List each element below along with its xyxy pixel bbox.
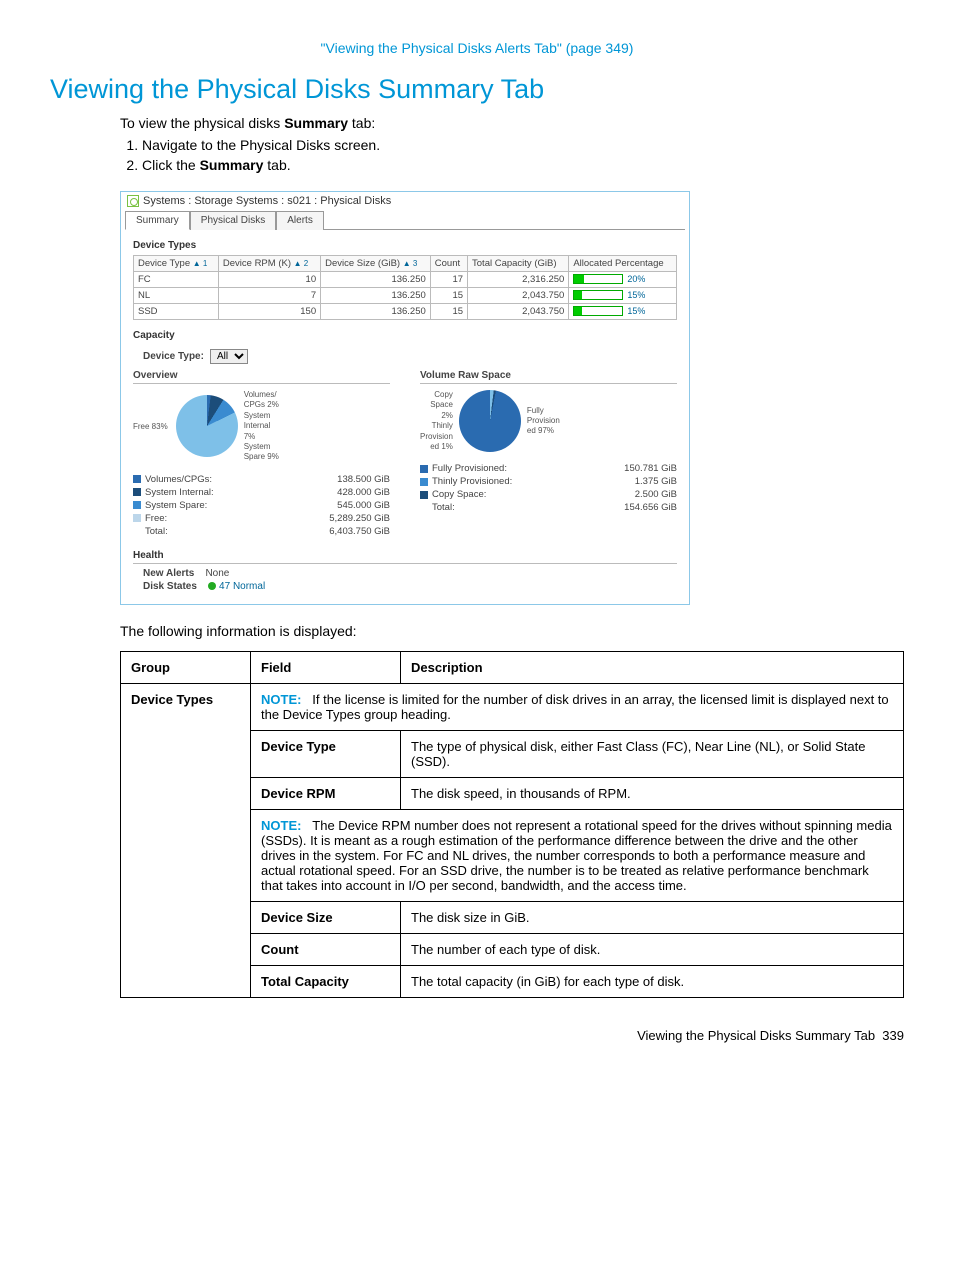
vrs-pie-labels-left: Copy Space 2% Thinly Provision ed 1% (420, 390, 453, 452)
desc-device-rpm: The disk speed, in thousands of RPM. (401, 777, 904, 809)
disk-states-label: Disk States (143, 581, 197, 592)
col-total-capacity[interactable]: Total Capacity (GiB) (468, 256, 569, 272)
step-1: Navigate to the Physical Disks screen. (142, 137, 904, 153)
sort-icon: ▲ 3 (403, 259, 418, 268)
intro-text: To view the physical disks Summary tab: (120, 115, 904, 131)
page-footer: Viewing the Physical Disks Summary Tab 3… (50, 1028, 904, 1043)
legend-row: Total:6,403.750 GiB (133, 525, 390, 538)
col-count[interactable]: Count (430, 256, 467, 272)
legend-row: Total:154.656 GiB (420, 501, 677, 514)
step-list: Navigate to the Physical Disks screen. C… (120, 137, 904, 173)
volume-raw-pie-chart (459, 390, 521, 452)
legend-row: Thinly Provisioned:1.375 GiB (420, 475, 677, 488)
legend-row: Volumes/CPGs:138.500 GiB (133, 473, 390, 486)
device-type-filter-label: Device Type: (143, 351, 204, 362)
legend-row: System Spare:545.000 GiB (133, 499, 390, 512)
breadcrumb-text: Systems : Storage Systems : s021 : Physi… (143, 195, 391, 207)
legend-row: Fully Provisioned:150.781 GiB (420, 462, 677, 475)
footer-text: Viewing the Physical Disks Summary Tab (637, 1028, 875, 1043)
status-dot-icon (208, 582, 216, 590)
tab-physical-disks[interactable]: Physical Disks (190, 211, 276, 230)
field-count: Count (251, 933, 401, 965)
desc-total-capacity: The total capacity (in GiB) for each typ… (401, 965, 904, 997)
overview-pie-labels: Volumes/ CPGs 2% System Internal 7% Syst… (244, 390, 279, 463)
th-group: Group (121, 651, 251, 683)
overview-pie-chart (176, 395, 238, 457)
step2-post: tab. (263, 157, 290, 173)
table-row[interactable]: FC10136.250172,316.25020% (134, 272, 677, 288)
tab-summary[interactable]: Summary (125, 211, 190, 230)
legend-row: System Internal:428.000 GiB (133, 486, 390, 499)
field-device-type: Device Type (251, 730, 401, 777)
overview-legend: Volumes/CPGs:138.500 GiBSystem Internal:… (133, 473, 390, 538)
volume-raw-heading: Volume Raw Space (420, 370, 677, 384)
vrs-pie-labels-right: Fully Provision ed 97% (527, 406, 560, 437)
sort-icon: ▲ 2 (294, 259, 309, 268)
desc-count: The number of each type of disk. (401, 933, 904, 965)
step2-bold: Summary (200, 157, 264, 173)
device-types-table: Device Type ▲ 1 Device RPM (K) ▲ 2 Devic… (133, 255, 677, 320)
system-icon (127, 195, 139, 207)
desc-device-type: The type of physical disk, either Fast C… (401, 730, 904, 777)
field-device-rpm: Device RPM (251, 777, 401, 809)
note-row-1: NOTE: If the license is limited for the … (251, 683, 904, 730)
step2-pre: Click the (142, 157, 200, 173)
th-field: Field (251, 651, 401, 683)
new-alerts-value: None (205, 568, 229, 579)
window-breadcrumb: Systems : Storage Systems : s021 : Physi… (121, 192, 689, 210)
field-total-capacity: Total Capacity (251, 965, 401, 997)
info-displayed-text: The following information is displayed: (120, 623, 904, 639)
intro-bold: Summary (284, 115, 348, 131)
device-type-filter[interactable]: All (210, 349, 248, 364)
step-2: Click the Summary tab. (142, 157, 904, 173)
overview-heading: Overview (133, 370, 390, 384)
device-types-heading: Device Types (133, 240, 677, 251)
legend-row: Free:5,289.250 GiB (133, 512, 390, 525)
capacity-heading: Capacity (133, 330, 677, 341)
col-device-size[interactable]: Device Size (GiB) ▲ 3 (321, 256, 431, 272)
table-row[interactable]: NL7136.250152,043.75015% (134, 288, 677, 304)
page-heading: Viewing the Physical Disks Summary Tab (50, 74, 904, 105)
related-link[interactable]: "Viewing the Physical Disks Alerts Tab" … (50, 40, 904, 56)
screenshot-panel: Systems : Storage Systems : s021 : Physi… (120, 191, 690, 605)
tab-alerts[interactable]: Alerts (276, 211, 324, 230)
col-allocated-pct[interactable]: Allocated Percentage (569, 256, 677, 272)
footer-page: 339 (882, 1028, 904, 1043)
tab-bar: Summary Physical Disks Alerts (125, 210, 685, 230)
intro-prefix: To view the physical disks (120, 115, 284, 131)
intro-suffix: tab: (348, 115, 375, 131)
new-alerts-label: New Alerts (143, 568, 194, 579)
group-device-types: Device Types (121, 683, 251, 997)
field-device-size: Device Size (251, 901, 401, 933)
health-heading: Health (133, 550, 677, 564)
pie-label-free: Free 83% (133, 422, 170, 431)
sort-icon: ▲ 1 (193, 259, 208, 268)
disk-states-link[interactable]: 47 Normal (219, 581, 265, 592)
desc-device-size: The disk size in GiB. (401, 901, 904, 933)
table-row[interactable]: SSD150136.250152,043.75015% (134, 304, 677, 320)
col-device-rpm[interactable]: Device RPM (K) ▲ 2 (218, 256, 320, 272)
col-device-type[interactable]: Device Type ▲ 1 (134, 256, 219, 272)
vrs-legend: Fully Provisioned:150.781 GiBThinly Prov… (420, 462, 677, 514)
field-description-table: Group Field Description Device Types NOT… (120, 651, 904, 998)
note-row-2: NOTE: The Device RPM number does not rep… (251, 809, 904, 901)
legend-row: Copy Space:2.500 GiB (420, 488, 677, 501)
th-desc: Description (401, 651, 904, 683)
